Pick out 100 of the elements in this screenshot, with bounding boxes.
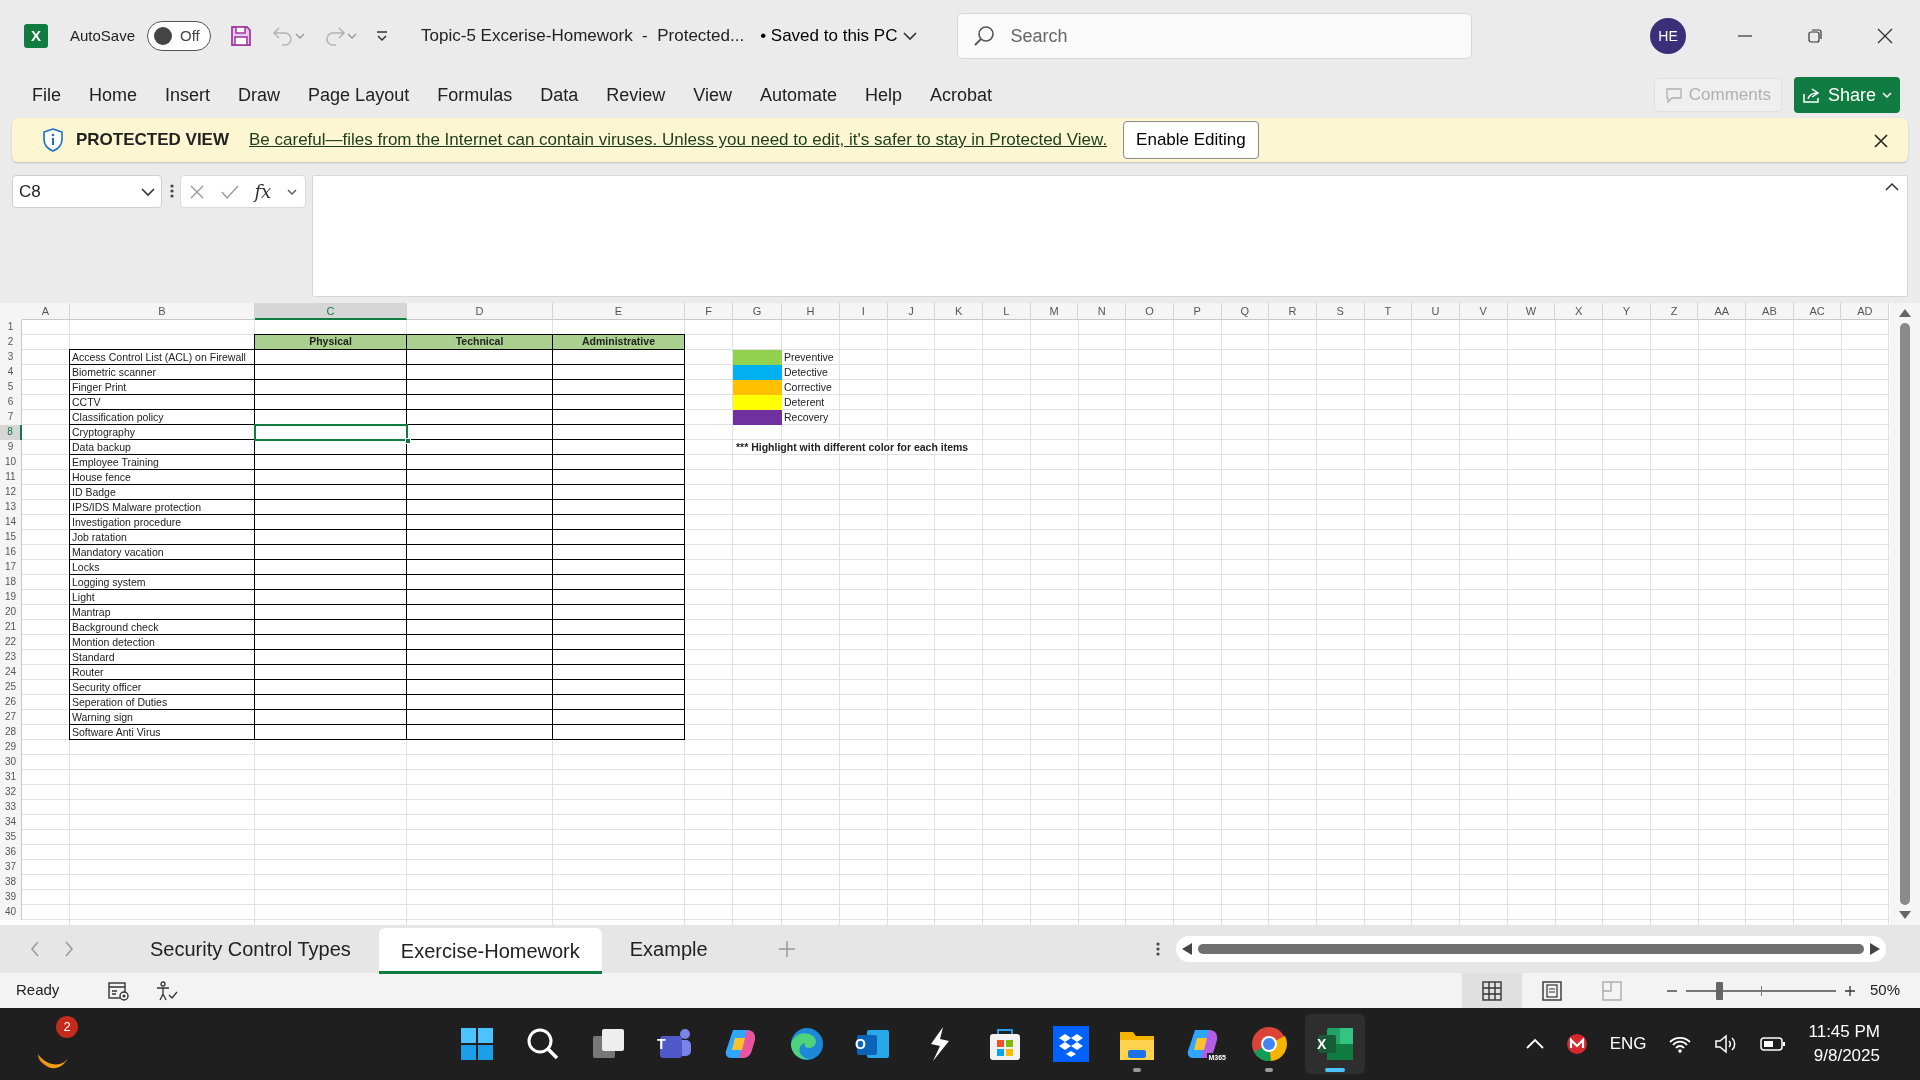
row-header[interactable]: 31	[0, 770, 22, 785]
row-header[interactable]: 4	[0, 365, 22, 380]
ribbon-tab[interactable]: Review	[592, 81, 680, 109]
column-header[interactable]: Q	[1221, 303, 1270, 320]
accessibility-icon[interactable]	[155, 979, 180, 1002]
column-header[interactable]: C	[255, 303, 407, 320]
column-header[interactable]: F	[685, 303, 733, 320]
row-header[interactable]: 6	[0, 395, 22, 410]
row-header[interactable]: 27	[0, 710, 22, 725]
column-header[interactable]: Z	[1650, 303, 1699, 320]
column-header[interactable]: M	[1030, 303, 1079, 320]
row-header[interactable]: 22	[0, 635, 22, 650]
column-header[interactable]: B	[70, 303, 255, 320]
column-header[interactable]: P	[1173, 303, 1222, 320]
row-header[interactable]: 7	[0, 410, 22, 425]
collapse-icon[interactable]	[1885, 182, 1899, 192]
save-icon[interactable]	[229, 24, 254, 48]
name-box[interactable]: C8	[12, 175, 162, 208]
column-header[interactable]: K	[935, 303, 984, 320]
row-header[interactable]: 36	[0, 845, 22, 860]
ribbon-tab[interactable]: Data	[526, 81, 593, 109]
row-header[interactable]: 26	[0, 695, 22, 710]
row-header[interactable]: 34	[0, 815, 22, 830]
sheet-tab[interactable]: Security Control Types	[128, 926, 373, 972]
row-header[interactable]: 1	[0, 320, 22, 335]
autosave-toggle[interactable]: Off	[147, 21, 212, 51]
row-header[interactable]: 17	[0, 560, 22, 575]
save-status-button[interactable]: • Saved to this PC	[760, 23, 918, 49]
row-header[interactable]: 23	[0, 650, 22, 665]
column-header[interactable]: E	[553, 303, 685, 320]
workbook-statistics-icon[interactable]	[107, 979, 132, 1002]
column-header[interactable]: AB	[1746, 303, 1794, 320]
row-header[interactable]: 30	[0, 755, 22, 770]
scrollbar-thumb[interactable]	[1900, 323, 1910, 905]
enable-editing-button[interactable]: Enable Editing	[1123, 121, 1259, 159]
scrollbar-thumb[interactable]	[1198, 944, 1864, 954]
row-header[interactable]: 33	[0, 800, 22, 815]
zoom-level-text[interactable]: 50%	[1869, 979, 1900, 1002]
dropdown-caret-icon[interactable]	[287, 187, 298, 196]
row-header[interactable]: 19	[0, 590, 22, 605]
row-header[interactable]: 5	[0, 380, 22, 395]
row-header[interactable]: 10	[0, 455, 22, 470]
row-header[interactable]: 12	[0, 485, 22, 500]
insert-function-button[interactable]: fx	[254, 178, 272, 205]
sheet-tab[interactable]: Exercise-Homework	[378, 928, 602, 974]
cancel-icon[interactable]	[188, 183, 205, 200]
column-header[interactable]: R	[1269, 303, 1317, 320]
column-header[interactable]: L	[983, 303, 1031, 320]
ribbon-tab[interactable]: File	[18, 81, 75, 109]
column-header[interactable]: Y	[1603, 303, 1651, 320]
clock-date[interactable]: 9/8/2025	[1808, 1044, 1880, 1068]
row-header[interactable]: 32	[0, 785, 22, 800]
column-header[interactable]: AA	[1698, 303, 1747, 320]
ribbon-tab[interactable]: Draw	[224, 81, 295, 109]
zoom-in-button[interactable]	[1843, 984, 1856, 997]
row-header[interactable]: 25	[0, 680, 22, 695]
dropdown-caret-icon[interactable]	[141, 186, 155, 197]
scroll-up-button[interactable]	[1899, 309, 1911, 317]
row-header[interactable]: 39	[0, 890, 22, 905]
taskbar-button[interactable]: X	[1305, 1014, 1365, 1074]
row-header[interactable]: 15	[0, 530, 22, 545]
more-options-icon[interactable]	[1156, 941, 1160, 957]
ribbon-tab[interactable]: Page Layout	[294, 81, 424, 109]
column-header[interactable]: I	[840, 303, 888, 320]
row-header[interactable]: 29	[0, 740, 22, 755]
zoom-slider-thumb[interactable]	[1715, 981, 1723, 1000]
row-header[interactable]: 13	[0, 500, 22, 515]
column-header[interactable]: V	[1459, 303, 1508, 320]
row-header[interactable]: 14	[0, 515, 22, 530]
column-header[interactable]: A	[22, 303, 70, 320]
protected-view-link[interactable]: Be careful—files from the Internet can contain viruses. Unless you need to edit, it's safer to stay in Protected View.	[249, 127, 1108, 153]
ribbon-tab[interactable]: Insert	[151, 81, 225, 109]
row-header[interactable]: 40	[0, 905, 22, 920]
ribbon-tab[interactable]: Help	[851, 81, 917, 109]
scroll-left-button[interactable]	[1182, 943, 1192, 955]
enter-icon[interactable]	[220, 183, 239, 200]
row-header[interactable]: 38	[0, 875, 22, 890]
clock-time[interactable]: 11:45 PM	[1808, 1020, 1880, 1044]
row-header[interactable]: 2	[0, 335, 22, 350]
row-header[interactable]: 9	[0, 440, 22, 455]
ribbon-tab[interactable]: Acrobat	[916, 81, 1007, 109]
row-header[interactable]: 11	[0, 470, 22, 485]
row-header[interactable]: 20	[0, 605, 22, 620]
account-avatar[interactable]: HE	[1650, 18, 1686, 54]
column-header[interactable]: O	[1126, 303, 1174, 320]
scroll-down-button[interactable]	[1899, 911, 1911, 919]
column-header[interactable]: W	[1507, 303, 1556, 320]
scroll-right-button[interactable]	[1870, 943, 1880, 955]
sheet-tab[interactable]: Example	[607, 926, 730, 972]
row-header[interactable]: 35	[0, 830, 22, 845]
customize-toolbar-icon[interactable]	[375, 29, 390, 43]
normal-view-icon[interactable]	[1481, 980, 1502, 1001]
row-header[interactable]: 37	[0, 860, 22, 875]
ribbon-tab[interactable]: View	[679, 81, 746, 109]
row-header[interactable]: 16	[0, 545, 22, 560]
close-icon[interactable]	[1877, 28, 1893, 44]
wifi-icon[interactable]	[1668, 1034, 1693, 1054]
row-header[interactable]: 21	[0, 620, 22, 635]
show-hidden-icons-button[interactable]	[1525, 1038, 1544, 1050]
share-button[interactable]: Share	[1793, 77, 1900, 113]
